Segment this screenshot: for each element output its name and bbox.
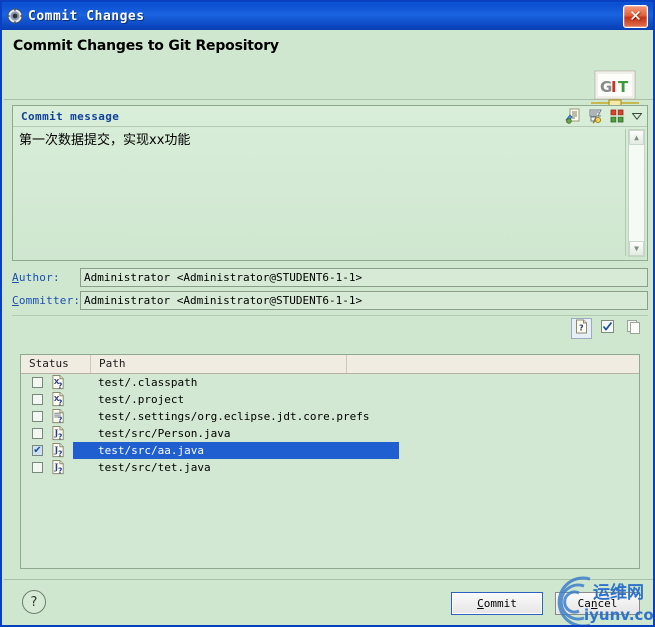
- close-icon: ✕: [629, 6, 642, 25]
- table-row[interactable]: X? test/.project: [21, 391, 639, 408]
- footer-divider: [4, 579, 653, 580]
- title-bar: Commit Changes ✕: [2, 2, 653, 30]
- file-path-label: test/.settings/org.eclipse.jdt.core.pref…: [98, 409, 370, 423]
- file-path-label: test/.classpath: [98, 375, 198, 389]
- author-label: Author:: [12, 271, 60, 284]
- file-table-toolbar: ?: [12, 315, 648, 341]
- file-path-label: test/.project: [98, 392, 185, 406]
- commit-message-scrollbar[interactable]: ▲ ▼: [628, 129, 645, 257]
- cancel-button[interactable]: Ca n cel: [555, 592, 640, 615]
- chevron-down-icon[interactable]: [631, 109, 643, 123]
- page-title: Commit Changes to Git Repository: [13, 38, 279, 54]
- scroll-up-arrow[interactable]: ▲: [629, 130, 644, 145]
- svg-text:?: ?: [58, 450, 62, 458]
- window-title: Commit Changes: [28, 8, 145, 24]
- scroll-track[interactable]: [629, 145, 644, 241]
- add-change-id-icon[interactable]: [587, 108, 603, 124]
- row-highlight: test/src/aa.java: [73, 442, 399, 459]
- file-path-label: test/src/Person.java: [98, 426, 231, 440]
- svg-text:?: ?: [58, 416, 62, 424]
- help-button[interactable]: ?: [22, 590, 46, 614]
- file-java-untracked-icon: J?: [51, 443, 66, 459]
- svg-text:?: ?: [579, 324, 584, 333]
- svg-text:?: ?: [58, 382, 62, 390]
- table-row[interactable]: ✔ J? test/src/aa.java: [21, 442, 639, 459]
- commit-message-header: Commit message: [13, 106, 647, 127]
- file-xml-untracked-icon: X?: [51, 392, 66, 408]
- commit-message-group: Commit message 第一次数据提交，实现xx功能 ▲ ▼: [12, 105, 648, 261]
- table-row[interactable]: J? test/src/tet.java: [21, 459, 639, 476]
- column-header-status[interactable]: Status: [21, 355, 91, 373]
- row-highlight: test/.settings/org.eclipse.jdt.core.pref…: [73, 408, 399, 425]
- scroll-down-arrow[interactable]: ▼: [629, 241, 644, 256]
- column-header-path[interactable]: Path: [91, 355, 347, 373]
- commit-message-toolbar: [565, 108, 643, 124]
- commit-message-input[interactable]: 第一次数据提交，实现xx功能: [19, 132, 625, 150]
- file-java-untracked-icon: J?: [51, 460, 66, 476]
- checkbox-checked-icon: [600, 319, 615, 338]
- commit-message-divider: [625, 129, 626, 256]
- row-checkbox[interactable]: [32, 428, 43, 439]
- row-checkbox[interactable]: [32, 377, 43, 388]
- svg-text:T: T: [618, 78, 629, 96]
- svg-text:?: ?: [58, 467, 62, 475]
- row-checkbox[interactable]: [32, 394, 43, 405]
- commit-message-label: Commit message: [21, 109, 120, 123]
- commit-message-body[interactable]: 第一次数据提交，实现xx功能 ▲ ▼: [13, 127, 647, 260]
- file-path-label: test/src/tet.java: [98, 460, 211, 474]
- committer-row: Committer: Administrator <Administrator@…: [12, 291, 648, 310]
- row-highlight: test/.project: [73, 391, 399, 408]
- check-icon: ✔: [33, 445, 42, 456]
- gear-icon: [7, 8, 23, 24]
- row-checkbox[interactable]: [32, 411, 43, 422]
- copy-blank-icon: [626, 319, 641, 338]
- committer-input[interactable]: Administrator <Administrator@STUDENT6-1-…: [80, 291, 648, 310]
- dialog-header: Commit Changes to Git Repository G I T: [4, 30, 653, 111]
- commit-changes-dialog: Commit Changes ✕ Commit Changes to Git R…: [0, 0, 655, 627]
- row-highlight: test/src/Person.java: [73, 425, 399, 442]
- document-question-icon: ?: [574, 319, 589, 338]
- author-row: Author: Administrator <Administrator@STU…: [12, 268, 648, 287]
- table-header-row: Status Path: [21, 355, 639, 374]
- author-input[interactable]: Administrator <Administrator@STUDENT6-1-…: [80, 268, 648, 287]
- commit-button[interactable]: Commit: [451, 592, 543, 615]
- table-row[interactable]: ? test/.settings/org.eclipse.jdt.core.pre…: [21, 408, 639, 425]
- file-list-table[interactable]: Status Path X? test/.classpath X? test/.pro…: [20, 354, 640, 569]
- file-java-untracked-icon: J?: [51, 426, 66, 442]
- table-row[interactable]: J? test/src/Person.java: [21, 425, 639, 442]
- close-button[interactable]: ✕: [623, 4, 648, 28]
- table-row[interactable]: X? test/.classpath: [21, 374, 639, 391]
- table-body: X? test/.classpath X? test/.project? test/.s…: [21, 374, 639, 476]
- svg-text:?: ?: [58, 399, 62, 407]
- column-header-filler: [347, 355, 639, 373]
- deselect-all-button[interactable]: [623, 318, 644, 339]
- svg-text:?: ?: [58, 433, 62, 441]
- committer-label: Committer:: [12, 294, 81, 307]
- file-path-label: test/src/aa.java: [98, 443, 204, 457]
- add-signed-off-by-icon[interactable]: [565, 108, 581, 124]
- show-untracked-files-button[interactable]: ?: [571, 318, 592, 339]
- row-highlight: test/src/tet.java: [73, 459, 399, 476]
- select-all-button[interactable]: [597, 318, 618, 339]
- row-checkbox[interactable]: [32, 462, 43, 473]
- amend-commit-icon[interactable]: [609, 108, 625, 124]
- file-prefs-untracked-icon: ?: [51, 409, 66, 425]
- file-xml-untracked-icon: X?: [51, 375, 66, 391]
- row-highlight: test/.classpath: [73, 374, 399, 391]
- svg-text:I: I: [611, 78, 617, 96]
- row-checkbox[interactable]: ✔: [32, 445, 43, 456]
